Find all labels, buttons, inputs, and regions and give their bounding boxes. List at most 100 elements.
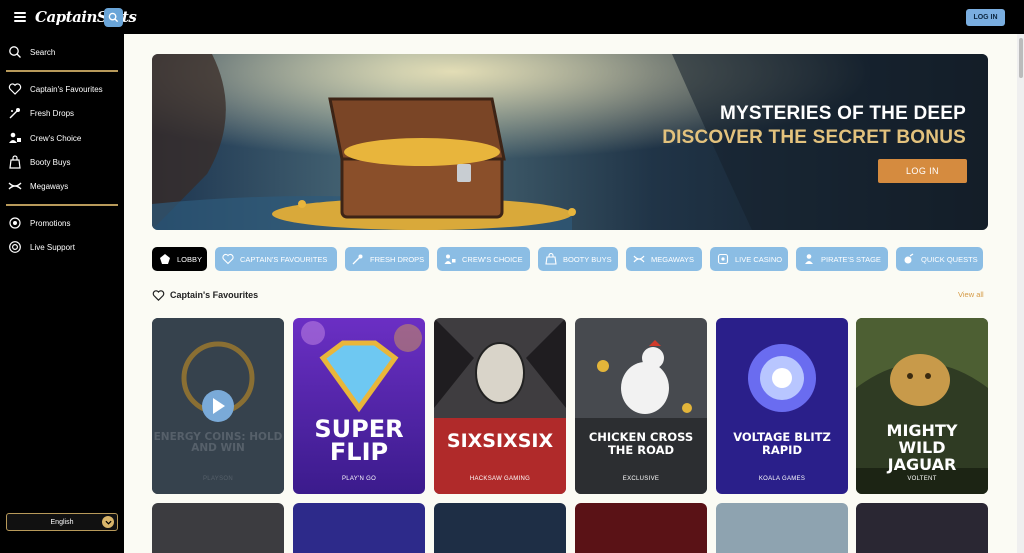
game-provider: PLAY'N GO xyxy=(341,476,377,482)
chip-booty-buys[interactable]: BOOTY BUYS xyxy=(538,247,618,271)
hero-login-button[interactable]: LOG IN xyxy=(878,159,967,183)
game-provider: EXCLUSIVE xyxy=(622,476,660,482)
sidebar-item-label: Megaways xyxy=(30,181,69,191)
game-card[interactable] xyxy=(152,503,284,553)
live-casino-icon xyxy=(717,253,729,265)
top-bar: CaptainSlots LOG IN xyxy=(0,0,1024,34)
sidebar-divider xyxy=(6,204,118,206)
game-provider: VOLTENT xyxy=(907,476,937,482)
sidebar-item-label: Promotions xyxy=(30,218,71,228)
sidebar-item-crews-choice[interactable]: Crew's Choice xyxy=(8,129,81,147)
game-card[interactable]: MIGHTY WILD JAGUAR VOLTENT xyxy=(856,318,988,494)
hero-banner[interactable]: MYSTERIES OF THE DEEP DISCOVER THE SECRE… xyxy=(152,54,988,230)
game-art xyxy=(434,318,566,494)
sidebar-item-fresh-drops[interactable]: Fresh Drops xyxy=(8,104,74,122)
hero-title: MYSTERIES OF THE DEEP xyxy=(720,103,966,124)
game-card[interactable] xyxy=(434,503,566,553)
gear-icon xyxy=(9,217,21,229)
sidebar-divider xyxy=(6,70,118,72)
game-card[interactable] xyxy=(293,503,425,553)
sidebar-item-label: Captain's Favourites xyxy=(30,84,103,94)
bag-icon xyxy=(545,253,557,265)
game-card[interactable] xyxy=(716,503,848,553)
sidebar: Search Captain's Favourites Fresh Drops … xyxy=(0,34,124,553)
fresh-drops-icon xyxy=(9,108,20,119)
quick-quests-icon xyxy=(904,253,914,264)
chip-live-casino[interactable]: LIVE CASINO xyxy=(710,247,788,271)
megaways-icon xyxy=(8,182,22,190)
game-title: SIXSIXSIX xyxy=(446,430,554,452)
game-title: ENERGY COINS: HOLD AND WIN xyxy=(153,431,283,454)
chip-label: BOOTY BUYS xyxy=(563,254,612,264)
chip-label: LOBBY xyxy=(177,254,203,264)
section-title: Captain's Favourites xyxy=(170,290,259,300)
bag-icon xyxy=(9,155,21,169)
crew-icon xyxy=(444,254,456,264)
game-provider: HACKSAW GAMING xyxy=(469,476,531,482)
game-title: MIGHTY WILD JAGUAR xyxy=(886,421,958,474)
section-heading: Captain's Favourites xyxy=(152,288,258,302)
chip-label: CAPTAIN'S FAVOURITES xyxy=(240,254,328,264)
chip-label: LIVE CASINO xyxy=(735,254,783,264)
game-card[interactable]: ENERGY COINS: HOLD AND WIN PLAYSON xyxy=(152,318,284,494)
chip-label: FRESH DROPS xyxy=(370,254,425,264)
heart-icon xyxy=(8,83,22,95)
crew-icon xyxy=(9,132,21,143)
game-title: VOLTAGE BLITZ RAPID xyxy=(733,430,831,458)
scrollbar-thumb[interactable] xyxy=(1019,38,1023,78)
menu-icon[interactable] xyxy=(14,12,26,22)
chip-lobby[interactable]: LOBBY xyxy=(152,247,207,271)
chip-megaways[interactable]: MEGAWAYS xyxy=(626,247,702,271)
game-card[interactable] xyxy=(856,503,988,553)
sidebar-item-megaways[interactable]: Megaways xyxy=(8,177,68,195)
sidebar-search-label: Search xyxy=(30,47,56,57)
game-provider: PLAYSON xyxy=(203,476,233,482)
sidebar-item-label: Booty Buys xyxy=(30,157,71,167)
hero-subtitle: DISCOVER THE SECRET BONUS xyxy=(662,127,966,148)
search-icon xyxy=(9,46,21,58)
lobby-icon xyxy=(160,254,170,264)
game-title: CHICKEN CROSS THE ROAD xyxy=(588,430,694,458)
sidebar-item-booty-buys[interactable]: Booty Buys xyxy=(8,153,70,171)
megaways-icon xyxy=(633,255,645,263)
fresh-drops-icon xyxy=(352,254,363,265)
sidebar-search[interactable]: Search xyxy=(8,43,55,61)
chip-fresh-drops[interactable]: FRESH DROPS xyxy=(345,247,429,271)
chip-quick-quests[interactable]: QUICK QUESTS xyxy=(896,247,983,271)
pirate-icon xyxy=(805,254,813,264)
chip-label: CREW'S CHOICE xyxy=(462,254,523,264)
sidebar-item-label: Crew's Choice xyxy=(30,133,82,143)
game-card[interactable]: SIXSIXSIX HACKSAW GAMING xyxy=(434,318,566,494)
main-content: MYSTERIES OF THE DEEP DISCOVER THE SECRE… xyxy=(124,34,1017,553)
chip-label: MEGAWAYS xyxy=(651,254,695,264)
language-label: English xyxy=(50,518,74,526)
chip-pirates-stage[interactable]: PIRATE'S STAGE xyxy=(796,247,888,271)
sidebar-item-favourites[interactable]: Captain's Favourites xyxy=(8,80,103,98)
chevron-down-icon xyxy=(102,516,114,528)
game-art xyxy=(716,318,848,494)
game-art xyxy=(575,318,707,494)
sidebar-item-promotions[interactable]: Promotions xyxy=(8,214,70,232)
scrollbar[interactable] xyxy=(1017,34,1024,553)
game-art xyxy=(293,318,425,494)
chip-label: PIRATE'S STAGE xyxy=(821,254,881,264)
chip-crews-choice[interactable]: CREW'S CHOICE xyxy=(437,247,530,271)
language-select[interactable]: English xyxy=(6,513,118,531)
sidebar-item-label: Live Support xyxy=(30,242,75,252)
game-card[interactable]: CHICKEN CROSS THE ROAD EXCLUSIVE xyxy=(575,318,707,494)
login-button[interactable]: LOG IN xyxy=(966,9,1005,26)
game-card[interactable]: VOLTAGE BLITZ RAPID KOALA GAMES xyxy=(716,318,848,494)
search-icon[interactable] xyxy=(104,8,123,27)
game-card[interactable] xyxy=(575,503,707,553)
game-title: SUPER FLIP xyxy=(314,415,404,466)
game-provider: KOALA GAMES xyxy=(758,476,806,482)
game-card[interactable]: SUPER FLIP PLAY'N GO xyxy=(293,318,425,494)
chip-label: QUICK QUESTS xyxy=(921,254,978,264)
support-icon xyxy=(9,241,21,253)
chip-captains-favourites[interactable]: CAPTAIN'S FAVOURITES xyxy=(215,247,337,271)
sidebar-item-live-support[interactable]: Live Support xyxy=(8,238,75,256)
heart-icon xyxy=(152,289,165,301)
game-art xyxy=(152,318,284,494)
view-all-link[interactable]: View all xyxy=(958,290,984,299)
sidebar-item-label: Fresh Drops xyxy=(30,108,75,118)
